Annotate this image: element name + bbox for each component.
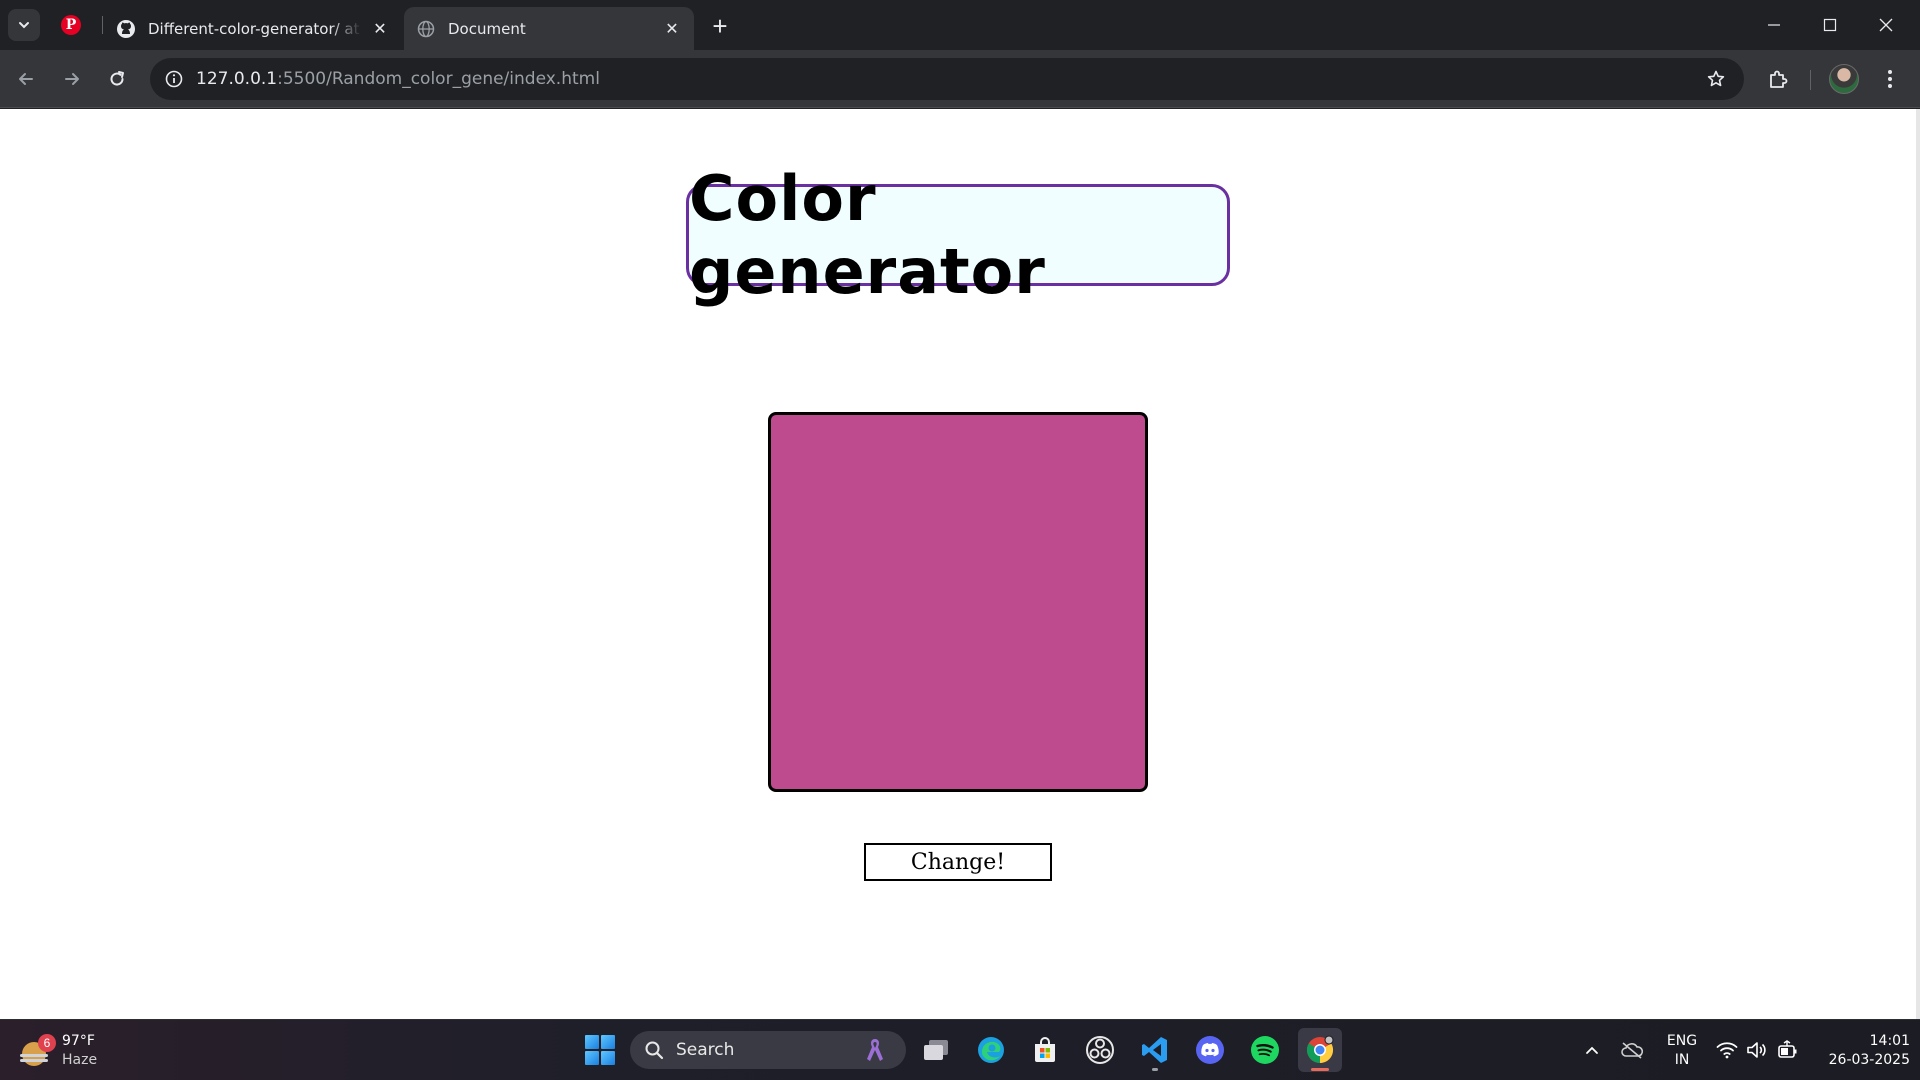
spotify-icon — [1251, 1036, 1279, 1064]
extensions-button[interactable] — [1760, 61, 1796, 97]
page-title: Color generator — [689, 162, 1046, 308]
taskbar-app-store[interactable] — [1023, 1028, 1067, 1072]
profile-avatar[interactable] — [1829, 64, 1859, 94]
arrow-right-icon — [65, 73, 79, 85]
minimize-icon — [1768, 24, 1780, 26]
volume-icon[interactable] — [1745, 1038, 1769, 1062]
weather-text: 97°F Haze — [62, 1032, 97, 1070]
taskbar-app-vscode[interactable] — [1133, 1028, 1177, 1072]
obs-icon — [1086, 1036, 1114, 1064]
tab-title: Document — [448, 19, 526, 38]
wifi-icon[interactable] — [1715, 1038, 1739, 1062]
awareness-ribbon-icon — [867, 1039, 883, 1061]
tab-separator — [102, 16, 103, 34]
address-bar[interactable]: 127.0.0.1:5500/Random_color_gene/index.h… — [150, 58, 1744, 100]
language-code: ENG — [1666, 1032, 1698, 1049]
url-text: 127.0.0.1:5500/Random_color_gene/index.h… — [196, 69, 600, 89]
browser-toolbar: 127.0.0.1:5500/Random_color_gene/index.h… — [0, 50, 1920, 108]
minimize-button[interactable] — [1746, 0, 1802, 50]
task-view-button[interactable] — [914, 1028, 958, 1072]
github-icon — [116, 19, 136, 39]
tab-search-button[interactable] — [8, 9, 40, 41]
windows-taskbar: 6 97°F Haze Search ENG IN 14:01 26-03-20… — [0, 1019, 1920, 1080]
task-view-icon — [924, 1040, 948, 1060]
search-placeholder: Search — [676, 1040, 735, 1060]
close-window-button[interactable] — [1858, 0, 1914, 50]
maximize-button[interactable] — [1802, 0, 1858, 50]
page-scrollbar[interactable] — [1916, 109, 1920, 1019]
show-hidden-icons-button[interactable] — [1580, 1038, 1604, 1062]
clock-date: 26-03-2025 — [1828, 1051, 1910, 1068]
chrome-icon — [1306, 1035, 1334, 1064]
close-tab-icon[interactable]: ✕ — [662, 19, 682, 39]
weather-widget[interactable]: 6 97°F Haze — [20, 1030, 97, 1072]
language-indicator[interactable]: ENG IN — [1660, 1020, 1704, 1080]
weather-badge: 6 — [38, 1034, 56, 1052]
start-button[interactable] — [582, 1032, 618, 1068]
microsoft-store-icon — [1035, 1037, 1055, 1062]
language-region: IN — [1674, 1051, 1690, 1068]
battery-icon[interactable] — [1775, 1038, 1799, 1062]
new-tab-button[interactable]: + — [706, 11, 734, 41]
taskbar-app-discord[interactable] — [1188, 1028, 1232, 1072]
clock-time: 14:01 — [1869, 1032, 1910, 1049]
close-icon — [1879, 18, 1893, 32]
taskbar-search[interactable]: Search — [630, 1031, 906, 1069]
search-icon — [645, 1041, 664, 1060]
taskbar-app-spotify[interactable] — [1243, 1028, 1287, 1072]
weather-condition: Haze — [62, 1052, 98, 1068]
url-host: 127.0.0.1 — [196, 69, 278, 89]
change-color-button[interactable]: Change! — [864, 843, 1052, 881]
site-info-icon[interactable] — [154, 59, 194, 99]
clock[interactable]: 14:01 26-03-2025 — [1814, 1020, 1910, 1080]
taskbar-app-edge[interactable] — [969, 1028, 1013, 1072]
puzzle-icon — [1770, 70, 1788, 88]
kebab-menu-icon — [1888, 70, 1892, 88]
taskbar-app-obs[interactable] — [1078, 1028, 1122, 1072]
chevron-down-icon — [19, 22, 29, 29]
reload-button[interactable] — [99, 61, 135, 97]
url-path: :5500/Random_color_gene/index.html — [277, 69, 600, 89]
chevron-up-icon — [1586, 1046, 1598, 1054]
globe-icon — [416, 19, 436, 39]
browser-tab-strip: P Different-color-generator/ at m ✕ Docu… — [0, 0, 1920, 50]
close-tab-icon[interactable]: ✕ — [370, 19, 390, 39]
page-viewport: Color generator Change! — [0, 109, 1916, 1019]
discord-icon — [1196, 1036, 1224, 1064]
bookmark-star-icon[interactable] — [1698, 61, 1734, 97]
maximize-icon — [1823, 18, 1837, 32]
page-title-box: Color generator — [686, 162, 1230, 308]
haze-weather-icon: 6 — [20, 1034, 56, 1066]
arrow-left-icon — [19, 73, 33, 85]
tab-document[interactable]: Document ✕ — [404, 7, 694, 50]
tab-github[interactable]: Different-color-generator/ at m ✕ — [104, 7, 402, 50]
edge-icon — [978, 1037, 1004, 1063]
tab-title: Different-color-generator/ at m — [148, 19, 362, 38]
toolbar-separator — [1810, 70, 1811, 90]
back-button[interactable] — [8, 61, 44, 97]
reload-icon — [110, 71, 124, 86]
browser-menu-button[interactable] — [1874, 61, 1906, 97]
taskbar-app-chrome[interactable] — [1298, 1028, 1342, 1072]
pinned-tab-pinterest[interactable]: P — [58, 12, 84, 38]
vscode-icon — [1142, 1037, 1167, 1063]
pinterest-icon: P — [61, 15, 81, 35]
forward-button[interactable] — [54, 61, 90, 97]
color-preview-box — [768, 412, 1148, 792]
weather-temperature: 97°F — [62, 1033, 95, 1049]
onedrive-offline-icon[interactable] — [1620, 1038, 1644, 1062]
